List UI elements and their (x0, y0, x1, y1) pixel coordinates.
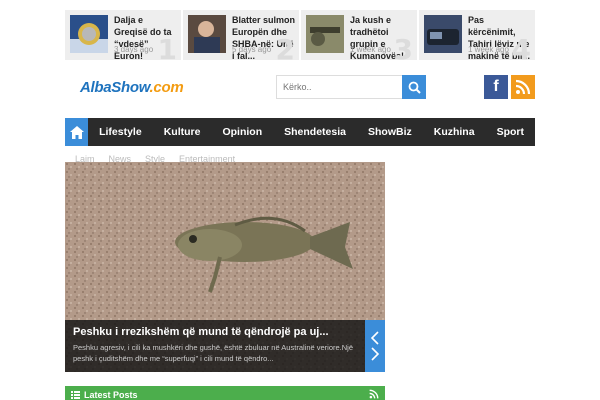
nav-item-sport[interactable]: Sport (486, 118, 535, 146)
nav-item-shendetesia[interactable]: Shendetesia (273, 118, 357, 146)
home-icon (69, 125, 84, 139)
search-button[interactable] (402, 75, 426, 99)
trending-thumbnail (306, 15, 344, 53)
nav-home-button[interactable] (65, 118, 89, 146)
rss-button[interactable] (511, 75, 535, 99)
trending-date: 1 week ago (468, 45, 509, 54)
latest-posts-header: Latest Posts (65, 386, 385, 400)
logo-domain: .com (149, 79, 184, 96)
trending-thumbnail (424, 15, 462, 53)
main-nav: Lifestyle Kulture Opinion Shendetesia Sh… (65, 118, 535, 146)
trending-date: 5 days ago (232, 45, 272, 54)
featured-title[interactable]: Peshku i rrezikshëm që mund të qëndrojë … (73, 326, 357, 338)
facebook-icon: f (493, 78, 499, 95)
search-input[interactable] (276, 75, 402, 99)
nav-item-opinion[interactable]: Opinion (211, 118, 273, 146)
chevron-right-icon[interactable] (370, 347, 380, 361)
featured-caption: Peshku i rrezikshëm që mund të qëndrojë … (65, 320, 365, 372)
trending-card[interactable]: Ja kush e tradhëtoi grupin e Kumanovës! … (301, 10, 417, 60)
search-box (276, 75, 426, 99)
trending-date: 3 days ago (114, 45, 154, 54)
site-logo[interactable]: AlbaShow.com (80, 79, 184, 96)
rss-icon[interactable] (369, 389, 379, 399)
latest-posts-label: Latest Posts (84, 390, 138, 400)
featured-excerpt: Peshku agresiv, i cili ka mushkëri dhe g… (73, 343, 354, 363)
trending-bar: Dalja e Greqisë do ta “vdesë” Euron! 3 d… (65, 10, 535, 60)
nav-item-lifestyle[interactable]: Lifestyle (88, 118, 153, 146)
logo-text: AlbaShow (80, 79, 150, 96)
chevron-left-icon[interactable] (370, 331, 380, 345)
nav-item-kuzhina[interactable]: Kuzhina (423, 118, 486, 146)
search-icon (408, 81, 421, 94)
trending-card[interactable]: Dalja e Greqisë do ta “vdesë” Euron! 3 d… (65, 10, 181, 60)
rss-icon (515, 79, 531, 95)
trending-card[interactable]: Pas kërcënimit, Tahiri lëviz me makinë t… (419, 10, 535, 60)
trending-card[interactable]: Blatter sulmon Europën dhe SHBA-në: Unë … (183, 10, 299, 60)
trending-number: 2 (275, 33, 295, 60)
slider-controls (365, 320, 385, 372)
trending-number: 3 (393, 33, 413, 60)
nav-item-showbiz[interactable]: ShowBiz (357, 118, 423, 146)
nav-item-kulture[interactable]: Kulture (153, 118, 212, 146)
facebook-button[interactable]: f (484, 75, 508, 99)
trending-number: 4 (511, 33, 531, 60)
trending-number: 1 (157, 33, 177, 60)
trending-thumbnail (70, 15, 108, 53)
trending-thumbnail (188, 15, 226, 53)
trending-date: 1 week ago (350, 45, 391, 54)
featured-slider[interactable]: Peshku i rrezikshëm që mund të qëndrojë … (65, 162, 385, 372)
list-icon (71, 391, 80, 399)
